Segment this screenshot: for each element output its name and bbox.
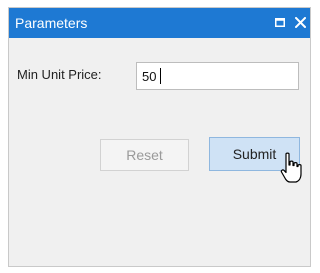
min-unit-price-label: Min Unit Price: (17, 67, 102, 82)
reset-button[interactable]: Reset (100, 139, 189, 171)
text-caret (160, 68, 161, 84)
close-icon[interactable] (295, 17, 306, 28)
submit-button[interactable]: Submit (209, 137, 300, 171)
maximize-icon[interactable] (275, 18, 285, 27)
title-bar: Parameters (9, 8, 310, 38)
window-title: Parameters (15, 15, 88, 31)
